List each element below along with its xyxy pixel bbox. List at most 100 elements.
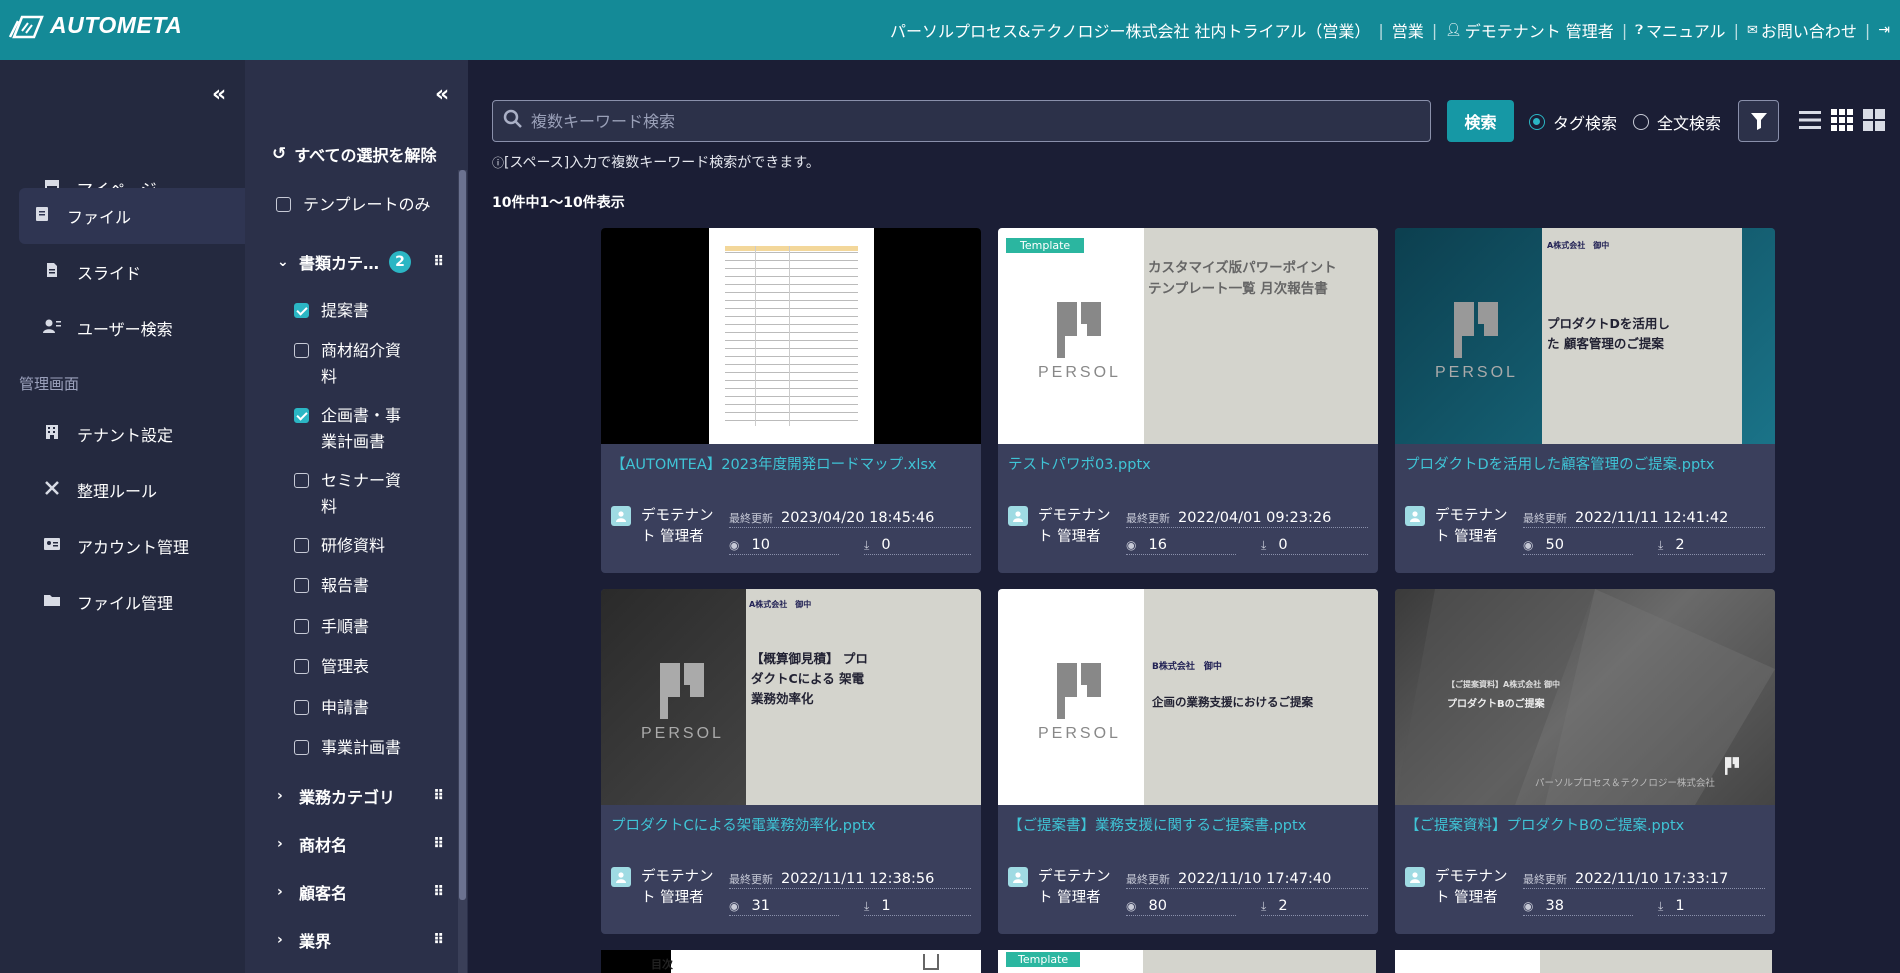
file-title[interactable]: 【ご提案書】業務支援に関するご提案書.pptx	[1008, 814, 1373, 835]
filter-option[interactable]: 提案書	[294, 298, 404, 324]
file-download-icon: ⤓	[864, 537, 870, 552]
checkbox[interactable]	[294, 538, 309, 553]
chevron-right-icon: ›	[277, 836, 283, 852]
contact-link[interactable]: お問い合わせ	[1761, 18, 1857, 42]
card-partial-2[interactable]: Template	[998, 950, 1376, 973]
id-card-icon	[37, 537, 67, 555]
download-count: ⤓ 2	[1658, 537, 1765, 555]
tag-search-radio[interactable]: タグ検索	[1529, 110, 1617, 134]
file-thumbnail[interactable]: PERSOL A株式会社 御中 プロダクトDを活用した 顧客管理のご提案	[1395, 228, 1775, 444]
sidebar-item-tenant-settings[interactable]: テナント設定	[19, 406, 245, 462]
logout-icon[interactable]: ⇥	[1878, 22, 1890, 38]
app-logo[interactable]: AUTOMETA	[8, 12, 182, 39]
checkbox[interactable]	[294, 700, 309, 715]
checkbox[interactable]	[276, 197, 291, 212]
filter-option[interactable]: 商材紹介資料	[294, 338, 404, 390]
grid-small-view-icon[interactable]	[1830, 108, 1854, 132]
card-partial-3[interactable]	[1395, 950, 1772, 973]
file-download-icon: ⤓	[1658, 898, 1664, 913]
drag-handle-icon[interactable]: ⠿	[433, 932, 444, 948]
collapse-sidebar-icon[interactable]: «	[212, 82, 226, 107]
sidebar-item-file-management[interactable]: ファイル管理	[19, 574, 245, 630]
slide-to: B株式会社 御中	[1152, 662, 1222, 672]
file-thumbnail[interactable]: Template PERSOL カスタマイズ版パワーポイント テンプレート一覧 …	[998, 228, 1378, 444]
chevron-down-icon: ⌄	[277, 254, 289, 270]
filter-option[interactable]: 申請書	[294, 695, 404, 721]
filter-option[interactable]: 手順書	[294, 614, 404, 640]
collapse-filter-icon[interactable]: «	[435, 82, 449, 107]
file-card[interactable]: 【ご提案資料】A株式会社 御中 プロダクトBのご提案 パーソルプロセス＆テクノロ…	[1395, 589, 1775, 934]
sidebar-item-slides[interactable]: スライド	[19, 244, 245, 300]
sidebar-item-files[interactable]: ファイル	[19, 188, 245, 244]
file-title[interactable]: プロダクトDを活用した顧客管理のご提案.pptx	[1405, 453, 1770, 474]
file-card[interactable]: PERSOL A株式会社 御中 プロダクトDを活用した 顧客管理のご提案 プロダ…	[1395, 228, 1775, 573]
filter-option[interactable]: 報告書	[294, 573, 404, 599]
radio[interactable]	[1633, 114, 1649, 130]
filter-scrollbar-thumb[interactable]	[459, 170, 466, 900]
sidebar-item-organize-rules[interactable]: 整理ルール	[19, 462, 245, 518]
brand-name: PERSOL	[1038, 364, 1121, 381]
question-icon: ❓︎	[1635, 22, 1644, 38]
doc-category-group[interactable]: ⌄ 書類カテ… 2 ⠿	[277, 250, 444, 274]
filter-option[interactable]: 事業計画書	[294, 735, 404, 761]
file-owner: デモテナント 管理者	[1435, 869, 1508, 906]
category-industry[interactable]: › 業界 ⠿	[277, 928, 444, 952]
filter-option[interactable]: セミナー資料	[294, 468, 404, 520]
file-card[interactable]: PERSOL B株式会社 御中 企画の業務支援におけるご提案 【ご提案書】業務支…	[998, 589, 1378, 934]
checkbox[interactable]	[294, 740, 309, 755]
download-count-value: 0	[881, 537, 891, 553]
filter-option[interactable]: 管理表	[294, 654, 404, 680]
filter-option[interactable]: 企画書・事業計画書	[294, 403, 404, 455]
persol-logo: PERSOL	[1038, 302, 1121, 382]
sidebar-item-account-management[interactable]: アカウント管理	[19, 518, 245, 574]
checkbox[interactable]	[294, 408, 309, 423]
search-button[interactable]: 検索	[1447, 100, 1514, 142]
chevron-right-icon: ›	[277, 788, 283, 804]
filter-option[interactable]: 研修資料	[294, 533, 404, 559]
file-title[interactable]: プロダクトCによる架電業務効率化.pptx	[611, 814, 976, 835]
clear-all-button[interactable]: ↺ すべての選択を解除	[272, 142, 437, 166]
sidebar-item-label: ファイル	[67, 208, 132, 227]
radio[interactable]	[1529, 114, 1545, 130]
grid-large-view-icon[interactable]	[1862, 108, 1886, 132]
file-thumbnail[interactable]	[601, 228, 981, 444]
category-business[interactable]: › 業務カテゴリ ⠿	[277, 784, 444, 808]
file-card[interactable]: PERSOL A株式会社 御中 【概算御見積】 プロダクトCによる 架電業務効率…	[601, 589, 981, 934]
persol-mark-icon	[1725, 757, 1739, 775]
file-title[interactable]: 【AUTOMTEA】2023年度開発ロードマップ.xlsx	[611, 453, 976, 474]
list-view-icon[interactable]	[1798, 108, 1822, 132]
drag-handle-icon[interactable]: ⠿	[433, 254, 444, 270]
checkbox[interactable]	[294, 619, 309, 634]
view-count-value: 80	[1148, 898, 1167, 914]
checkbox[interactable]	[294, 343, 309, 358]
file-title[interactable]: テストパワポ03.pptx	[1008, 453, 1373, 474]
updated-label: 最終更新	[1523, 512, 1567, 525]
checkbox[interactable]	[294, 578, 309, 593]
dept-link[interactable]: 営業	[1392, 18, 1424, 42]
checkbox[interactable]	[294, 659, 309, 674]
full-text-radio[interactable]: 全文検索	[1633, 110, 1721, 134]
user-menu[interactable]: デモテナント 管理者	[1465, 18, 1614, 42]
top-bar: AUTOMETA パーソルプロセス&テクノロジー株式会社 社内トライアル（営業）…	[0, 0, 1900, 60]
category-customer[interactable]: › 顧客名 ⠿	[277, 880, 444, 904]
template-only-checkbox[interactable]: テンプレートのみ	[276, 192, 431, 218]
sidebar-item-user-search[interactable]: ユーザー検索	[19, 300, 245, 356]
checkbox[interactable]	[294, 473, 309, 488]
file-thumbnail[interactable]: 【ご提案資料】A株式会社 御中 プロダクトBのご提案 パーソルプロセス＆テクノロ…	[1395, 589, 1775, 805]
checkbox[interactable]	[294, 303, 309, 318]
file-card[interactable]: Template PERSOL カスタマイズ版パワーポイント テンプレート一覧 …	[998, 228, 1378, 573]
drag-handle-icon[interactable]: ⠿	[433, 836, 444, 852]
category-product[interactable]: › 商材名 ⠿	[277, 832, 444, 856]
file-thumbnail[interactable]: PERSOL B株式会社 御中 企画の業務支援におけるご提案	[998, 589, 1378, 805]
file-thumbnail[interactable]: PERSOL A株式会社 御中 【概算御見積】 プロダクトCによる 架電業務効率…	[601, 589, 981, 805]
drag-handle-icon[interactable]: ⠿	[433, 884, 444, 900]
file-card[interactable]: 【AUTOMTEA】2023年度開発ロードマップ.xlsx デモテナント 管理者…	[601, 228, 981, 573]
drag-handle-icon[interactable]: ⠿	[433, 788, 444, 804]
search-input[interactable]	[531, 111, 1411, 131]
manual-link[interactable]: マニュアル	[1646, 18, 1726, 42]
filter-button[interactable]	[1738, 100, 1779, 142]
category-label: 業界	[299, 932, 332, 951]
filter-option-label: 管理表	[321, 657, 370, 676]
file-title[interactable]: 【ご提案資料】プロダクトBのご提案.pptx	[1405, 814, 1770, 835]
card-partial-1[interactable]: 目次	[601, 950, 981, 973]
